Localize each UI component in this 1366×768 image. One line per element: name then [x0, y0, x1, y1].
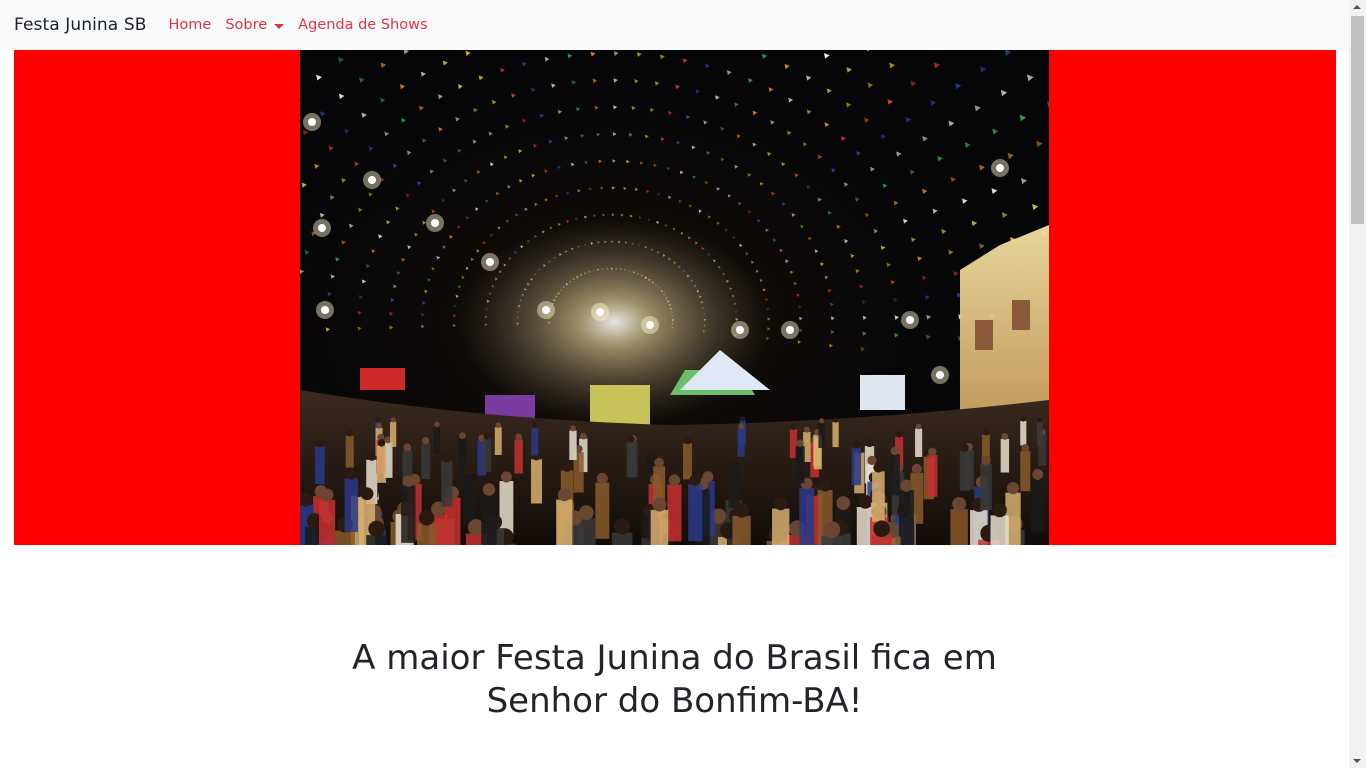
headline-line-1: A maior Festa Junina do Brasil fica em — [352, 638, 997, 678]
page: Festa Junina SB Home Sobre Agenda de Sho… — [0, 0, 1349, 768]
page-headline: A maior Festa Junina do Brasil fica em S… — [0, 637, 1349, 723]
scrollbar-thumb[interactable] — [1351, 16, 1364, 224]
caret-down-icon — [274, 23, 285, 29]
nav-link-home[interactable]: Home — [169, 17, 212, 33]
nav-dropdown-sobre[interactable]: Sobre — [225, 17, 285, 33]
nav-link-agenda-label: Agenda de Shows — [298, 17, 428, 33]
scroll-up-arrow-icon[interactable] — [1353, 5, 1361, 9]
nav-link-sobre-label: Sobre — [225, 17, 268, 33]
navbar: Festa Junina SB Home Sobre Agenda de Sho… — [0, 0, 1349, 50]
navbar-brand[interactable]: Festa Junina SB — [14, 15, 147, 35]
nav-link-home-label: Home — [168, 17, 212, 33]
headline-line-2: Senhor do Bonfim-BA! — [486, 681, 863, 721]
hero-image — [300, 50, 1049, 545]
nav-link-agenda-de-shows[interactable]: Agenda de Shows — [298, 17, 427, 33]
vertical-scrollbar[interactable] — [1349, 0, 1366, 768]
scroll-down-arrow-icon[interactable] — [1353, 759, 1361, 763]
hero-banner — [14, 50, 1336, 545]
